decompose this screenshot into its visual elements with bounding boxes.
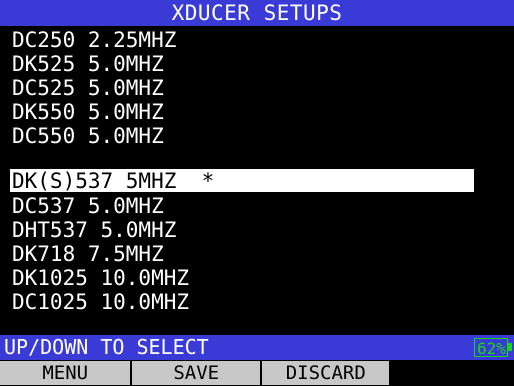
page-title: XDUCER SETUPS — [0, 0, 514, 26]
list-item[interactable]: DC550 5.0MHZ — [10, 124, 164, 148]
list-item[interactable]: DK525 5.0MHZ — [10, 52, 164, 76]
menu-button[interactable]: MENU — [0, 361, 131, 385]
save-button[interactable]: SAVE — [132, 361, 260, 385]
battery-icon — [508, 343, 512, 351]
list-item-selected[interactable]: DK(S)537 5MHZ * — [10, 169, 474, 193]
list-item[interactable]: DK718 7.5MHZ — [10, 242, 164, 266]
list-item[interactable]: DC250 2.25MHZ — [10, 28, 176, 52]
list-item[interactable]: DK1025 10.0MHZ — [10, 266, 189, 290]
list-item[interactable]: DK550 5.0MHZ — [10, 100, 164, 124]
softkey-bar: MENU SAVE DISCARD — [0, 361, 514, 385]
discard-button[interactable]: DISCARD — [261, 361, 390, 385]
battery-indicator: 62% — [474, 338, 508, 358]
status-hint: UP/DOWN TO SELECT — [4, 335, 209, 359]
status-bar: UP/DOWN TO SELECT 62% — [0, 335, 514, 360]
list-item[interactable]: DHT537 5.0MHZ — [10, 218, 176, 242]
battery-percent: 62% — [477, 339, 506, 358]
list-item[interactable]: DC537 5.0MHZ — [10, 194, 164, 218]
transducer-list: DC250 2.25MHZ DK525 5.0MHZ DC525 5.0MHZ … — [0, 28, 514, 334]
list-item[interactable]: DC1025 10.0MHZ — [10, 290, 189, 314]
list-item[interactable]: DC525 5.0MHZ — [10, 76, 164, 100]
softkey-4-empty — [391, 361, 514, 385]
